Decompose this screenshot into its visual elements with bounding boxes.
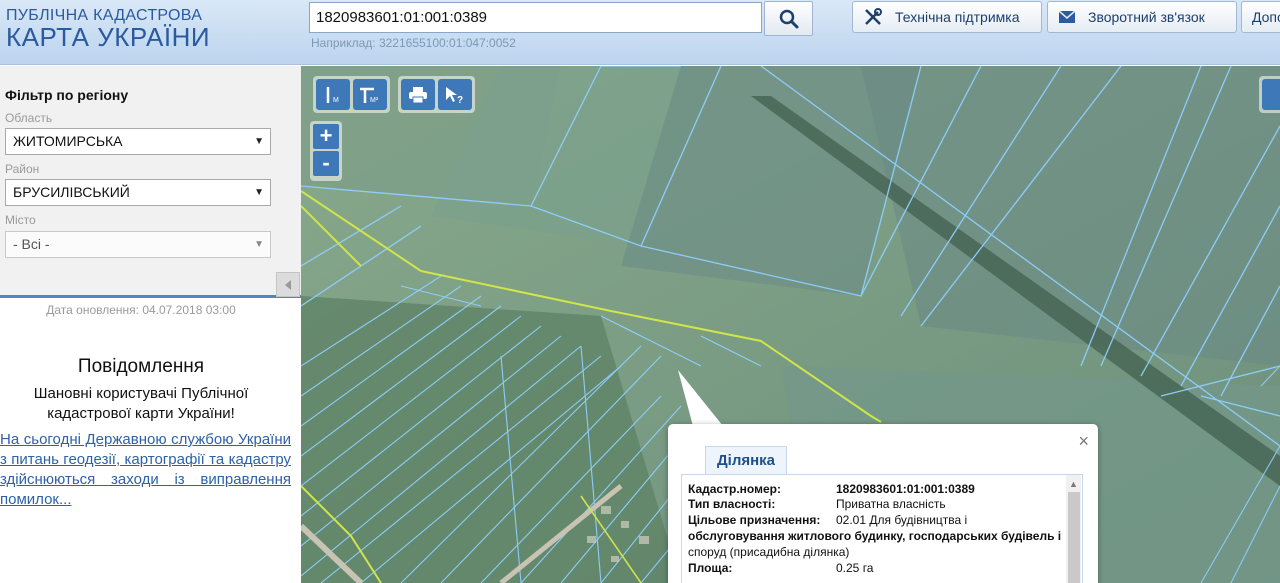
- tab-parcel[interactable]: Ділянка: [705, 446, 787, 475]
- extra-button[interactable]: Допо: [1241, 1, 1280, 33]
- cursor-question-icon: ?: [446, 86, 463, 105]
- cadastral-number-key: Кадастр.номер:: [688, 482, 781, 496]
- update-date: Дата оновлення: 04.07.2018 03:00: [46, 303, 236, 317]
- filter-title: Фільтр по регіону: [5, 87, 129, 103]
- dropdown-arrow-icon: ▼: [254, 187, 264, 198]
- purpose-key: Цільове призначення:: [688, 513, 821, 527]
- map-canvas[interactable]: M M² ? + - × Ділянка Кадастр.номер: 1820…: [301, 66, 1280, 583]
- sidebar: Фільтр по регіону Область ЖИТОМИРСЬКА ▼ …: [0, 66, 301, 583]
- svg-text:M: M: [333, 97, 339, 104]
- cadastral-number-value: 1820983601:01:001:0389: [836, 482, 975, 496]
- district-select[interactable]: БРУСИЛІВСЬКИЙ ▼: [5, 179, 271, 206]
- search-button[interactable]: [764, 1, 813, 36]
- ownership-type-value: Приватна власність: [836, 497, 946, 511]
- envelope-icon: [1058, 10, 1076, 23]
- notice-text: Шановні користувачі Публічної кадастрово…: [33, 385, 249, 422]
- support-label: Технічна підтримка: [895, 9, 1020, 25]
- collapse-sidebar-button[interactable]: [276, 272, 300, 297]
- purpose-value: 02.01 Для будівництва і: [836, 513, 968, 527]
- dropdown-arrow-icon: ▼: [254, 136, 264, 147]
- search-icon: [779, 9, 798, 28]
- popup-pointer: [678, 370, 723, 426]
- purpose-continuation-2: споруд (присадибна ділянка): [688, 545, 850, 559]
- region-label: Область: [5, 111, 53, 125]
- gear-icon: [1262, 79, 1280, 110]
- parcel-info-popup: × Ділянка Кадастр.номер: 1820983601:01:0…: [668, 424, 1098, 583]
- city-select[interactable]: - Всі - ▼: [5, 231, 271, 258]
- region-select[interactable]: ЖИТОМИРСЬКА ▼: [5, 128, 271, 155]
- area-key: Площа:: [688, 561, 733, 575]
- ruler-area-icon: M²: [360, 87, 379, 104]
- measure-area-button[interactable]: M²: [353, 79, 387, 110]
- scroll-thumb[interactable]: [1068, 492, 1080, 583]
- city-value: - Всі -: [13, 236, 50, 252]
- region-filter-panel: Фільтр по регіону Область ЖИТОМИРСЬКА ▼ …: [0, 66, 301, 298]
- notice-link[interactable]: На сьогодні Державною службою України з …: [0, 430, 291, 510]
- support-button[interactable]: Технічна підтримка: [852, 1, 1042, 33]
- popup-scrollbar[interactable]: ▲: [1066, 475, 1081, 583]
- district-label: Район: [5, 162, 40, 176]
- zoom-controls: + -: [310, 121, 342, 181]
- svg-text:M²: M²: [370, 97, 379, 104]
- tools-icon: [865, 8, 882, 25]
- chevron-left-icon: [285, 279, 291, 290]
- cadastral-search-input[interactable]: [309, 2, 762, 33]
- measure-distance-button[interactable]: M: [316, 79, 350, 110]
- feedback-button[interactable]: Зворотний зв'язок: [1047, 1, 1237, 33]
- region-value: ЖИТОМИРСЬКА: [13, 133, 123, 149]
- zoom-in-button[interactable]: +: [313, 124, 339, 149]
- area-value: 0.25 га: [836, 561, 874, 575]
- printer-icon: [409, 86, 427, 103]
- ownership-type-key: Тип власності:: [688, 497, 776, 511]
- purpose-continuation-1: обслуговування житлового будинку, господ…: [688, 529, 1062, 543]
- feedback-label: Зворотний зв'язок: [1088, 9, 1205, 25]
- zoom-out-button[interactable]: -: [313, 151, 339, 176]
- print-button[interactable]: [401, 79, 435, 110]
- dropdown-arrow-icon: ▼: [254, 239, 264, 250]
- measure-tools: M M²: [313, 76, 390, 113]
- district-value: БРУСИЛІВСЬКИЙ: [13, 184, 130, 200]
- parcel-details: Кадастр.номер: 1820983601:01:001:0389 Ти…: [681, 474, 1083, 583]
- map-settings-button[interactable]: [1259, 76, 1280, 113]
- city-label: Місто: [5, 213, 36, 227]
- svg-text:?: ?: [457, 95, 463, 105]
- search-hint: Наприклад: 3221655100:01:047:0052: [311, 36, 516, 50]
- ruler-length-icon: M: [326, 86, 339, 104]
- identify-button[interactable]: ?: [438, 79, 472, 110]
- scroll-up-icon[interactable]: ▲: [1069, 479, 1078, 489]
- logo-line2[interactable]: КАРТА УКРАЇНИ: [6, 22, 210, 53]
- notice-title: Повідомлення: [77, 356, 205, 377]
- info-tools: ?: [398, 76, 475, 113]
- extra-label: Допо: [1252, 9, 1280, 25]
- header: ПУБЛІЧНА КАДАСТРОВА КАРТА УКРАЇНИ Наприк…: [0, 0, 1280, 65]
- close-icon[interactable]: ×: [1078, 431, 1089, 452]
